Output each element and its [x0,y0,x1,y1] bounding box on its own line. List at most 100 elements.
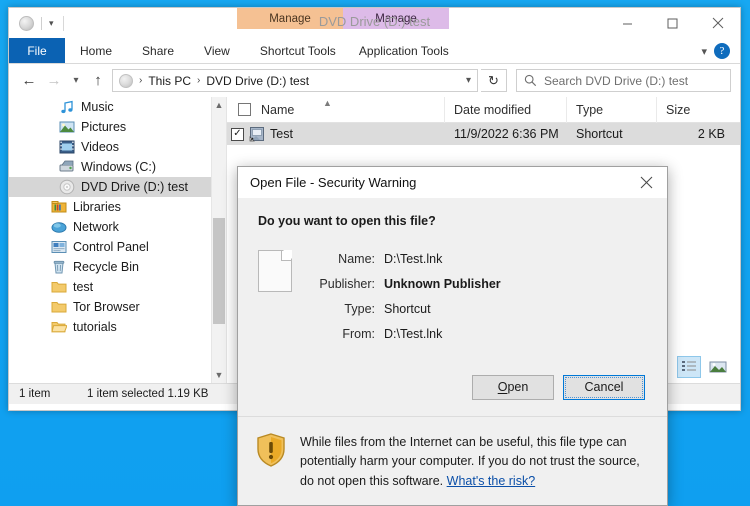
sidebar-item-libraries[interactable]: Libraries [9,197,226,217]
tab-home[interactable]: Home [65,38,127,63]
disc-icon [19,16,34,31]
dialog-file-info: Name:D:\Test.lnk Publisher:Unknown Publis… [238,246,667,346]
tab-file[interactable]: File [9,38,65,63]
dialog-body: Do you want to open this file? Name:D:\T… [238,198,667,375]
sidebar-item-label: Windows (C:) [81,160,156,174]
chevron-down-icon[interactable]: ▾ [49,19,54,28]
sidebar-item-tor-browser[interactable]: Tor Browser [9,297,226,317]
scrollbar-thumb[interactable] [213,218,225,324]
search-icon [524,74,537,87]
forward-button[interactable]: → [43,70,65,92]
scrollbar-track[interactable] [212,113,226,367]
dialog-field-value: Shortcut [384,302,431,316]
dialog-footer-text: While files from the Internet can be use… [300,433,649,491]
breadcrumb-dvd-drive[interactable]: DVD Drive (D:) test [206,74,309,88]
search-placeholder: Search DVD Drive (D:) test [544,74,688,88]
contextual-tab-application-manage[interactable]: Manage [343,8,449,29]
sidebar-item-test[interactable]: test [9,277,226,297]
tab-view[interactable]: View [189,38,245,63]
sidebar-item-label: tutorials [73,320,117,334]
ribbon-tab-strip: File Home Share View Shortcut Tools Appl… [9,38,740,64]
sidebar-item-tutorials[interactable]: tutorials [9,317,226,337]
details-view-button[interactable] [677,356,701,378]
chevron-down-icon[interactable]: ▾ [466,75,471,86]
sidebar-item-label: Videos [81,140,119,154]
tab-application-tools[interactable]: Application Tools [351,38,457,63]
search-box[interactable]: Search DVD Drive (D:) test [516,69,731,92]
dialog-field-row: Publisher:Unknown Publisher [312,271,501,296]
sidebar-item-label: test [73,280,93,294]
whats-the-risk-link[interactable]: What's the risk? [447,474,536,488]
chevron-down-icon[interactable]: ▼ [215,367,224,383]
file-name: Test [270,127,293,141]
open-button[interactable]: Open [472,375,554,400]
large-icons-view-button[interactable] [706,356,730,378]
close-icon[interactable] [625,167,667,198]
sidebar-item-dvd-drive-d-test[interactable]: DVD Drive (D:) test [9,177,226,197]
cancel-button[interactable]: Cancel [563,375,645,400]
warning-shield-icon [256,433,286,467]
chevron-up-icon[interactable]: ▾ [701,45,707,58]
sidebar-item-label: DVD Drive (D:) test [81,180,188,194]
sidebar-item-recycle-bin[interactable]: Recycle Bin [9,257,226,277]
dialog-field-row: Type:Shortcut [312,296,501,321]
sidebar-item-music[interactable]: Music [9,97,226,117]
breadcrumb-this-pc[interactable]: This PC [148,74,191,88]
window-controls [605,8,740,38]
sidebar-item-pictures[interactable]: Pictures [9,117,226,137]
sidebar-item-network[interactable]: Network [9,217,226,237]
sidebar-item-windows-c[interactable]: Windows (C:) [9,157,226,177]
shortcut-icon [249,126,265,142]
back-button[interactable]: ← [18,70,40,92]
refresh-button[interactable]: ↻ [481,69,507,92]
quick-access-toolbar[interactable]: ▾ [9,10,64,36]
cell-name[interactable]: ✓ Test [227,123,445,145]
large-icons-view-icon [709,360,727,374]
hard-drive-icon [59,159,75,175]
dialog-titlebar: Open File - Security Warning [238,167,667,198]
divider [41,17,42,30]
status-item-count: 1 item [9,388,77,400]
disc-icon [119,74,133,88]
sidebar-item-label: Network [73,220,119,234]
close-icon[interactable] [695,8,740,38]
tab-share[interactable]: Share [127,38,189,63]
chevron-up-icon[interactable]: ▲ [215,97,224,113]
dialog-footer-warning: While files from the Internet can be use… [238,416,667,505]
dialog-field-value: Unknown Publisher [384,277,501,291]
column-header-size[interactable]: Size [657,97,737,123]
column-header-date-modified[interactable]: Date modified [445,97,567,123]
navigation-scrollbar[interactable]: ▲ ▼ [211,97,226,383]
recent-locations-button[interactable]: ▾ [68,70,84,92]
row-checkbox[interactable]: ✓ [231,128,244,141]
disc-icon [59,179,75,195]
divider [63,16,64,31]
sidebar-item-control-panel[interactable]: Control Panel [9,237,226,257]
column-header-name[interactable]: Name ▲ [227,97,445,123]
dialog-field-value: D:\Test.lnk [384,252,442,266]
help-icon[interactable]: ? [714,43,730,59]
sidebar-item-videos[interactable]: Videos [9,137,226,157]
window-titlebar: ▾ Manage Manage DVD Drive (D:) test [9,8,740,38]
sidebar-item-label: Libraries [73,200,121,214]
column-label: Size [666,103,690,117]
address-breadcrumb-bar[interactable]: › This PC › DVD Drive (D:) test ▾ [112,69,478,92]
dialog-field-label: Name: [312,252,384,266]
column-header-type[interactable]: Type [567,97,657,123]
maximize-icon[interactable] [650,8,695,38]
dialog-field-label: Type: [312,302,384,316]
network-icon [51,219,67,235]
dialog-field-row: From:D:\Test.lnk [312,321,501,346]
music-note-icon [59,99,75,115]
pictures-icon [59,119,75,135]
minimize-icon[interactable] [605,8,650,38]
dialog-title: Open File - Security Warning [250,175,416,190]
contextual-tab-headers: Manage Manage [237,8,449,29]
tab-shortcut-tools[interactable]: Shortcut Tools [245,38,351,63]
contextual-tab-shortcut-manage[interactable]: Manage [237,8,343,29]
table-row[interactable]: ✓ Test 11/9/2022 6:36 PM Shortcut 2 KB [227,123,740,145]
sort-ascending-icon: ▲ [323,98,332,108]
column-headers: Name ▲ Date modified Type Size [227,97,740,123]
select-all-checkbox[interactable] [238,103,251,116]
up-button[interactable]: ↑ [87,70,109,92]
